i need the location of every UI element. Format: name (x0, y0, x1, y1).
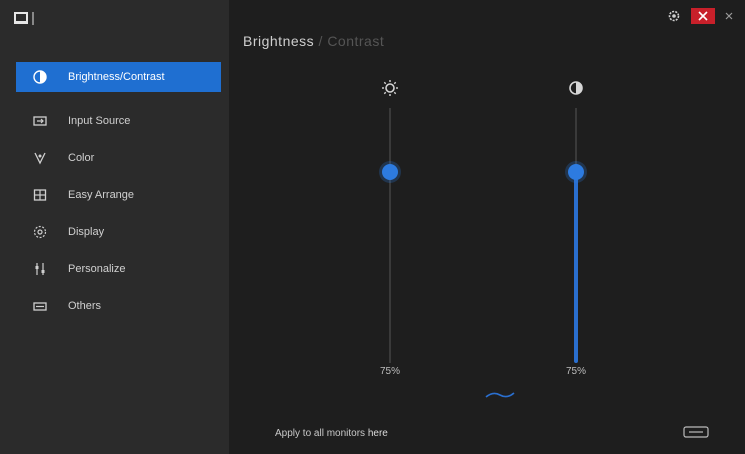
slider-track[interactable] (389, 108, 391, 363)
sidebar-item-input-source[interactable]: Input Source (16, 102, 221, 139)
page-title-text: Brightness (243, 33, 315, 49)
contrast-icon (566, 78, 586, 98)
window-controls (665, 8, 735, 24)
contrast-slider[interactable]: 75% (556, 78, 596, 378)
slider-thumb[interactable] (568, 163, 584, 180)
others-icon (32, 298, 48, 314)
sidebar-item-others[interactable]: Others (16, 287, 221, 324)
display-icon (32, 224, 48, 240)
apply-all-label: Apply to all monitors (275, 428, 368, 439)
minimize-icon[interactable] (723, 11, 735, 21)
slider-value: 75% (379, 366, 400, 377)
sidebar-item-label: Input Source (68, 114, 131, 127)
sidebar-item-label: Easy Arrange (68, 188, 135, 201)
sidebar-item-label: Others (68, 299, 102, 312)
sidebar-item-label: Color (68, 151, 95, 164)
brightness-slider[interactable]: 75% (370, 78, 410, 378)
sidebar-item-personalize[interactable]: Personalize (16, 250, 221, 287)
sidebar-item-brightness-contrast[interactable]: Brightness/Contrast (16, 62, 221, 92)
page-title: Brightness / Contrast (243, 33, 384, 49)
sidebar: Brightness/Contrast Input Source Color E… (0, 0, 229, 454)
monitor-logo-icon (14, 10, 38, 28)
slider-value: 75% (565, 366, 586, 377)
brightness-icon (32, 69, 48, 85)
sidebar-item-label: Personalize (68, 262, 126, 275)
color-icon (32, 150, 48, 166)
sun-icon (380, 78, 400, 98)
sidebar-item-label: Display (68, 225, 105, 238)
page-subtitle-text: / Contrast (318, 33, 385, 49)
wave-icon (485, 389, 515, 401)
apply-all-link[interactable]: here (368, 428, 388, 439)
sidebar-item-display[interactable]: Display (16, 213, 221, 250)
app-window: Brightness/Contrast Input Source Color E… (0, 0, 745, 454)
sidebar-item-easy-arrange[interactable]: Easy Arrange (16, 176, 221, 213)
input-source-icon (32, 113, 48, 129)
easy-arrange-icon (32, 187, 48, 203)
sidebar-nav: Brightness/Contrast Input Source Color E… (16, 62, 221, 324)
sidebar-item-label: Brightness/Contrast (68, 71, 165, 83)
apply-all-text: Apply to all monitors here (275, 428, 388, 439)
info-icon[interactable] (683, 425, 709, 439)
sidebar-item-color[interactable]: Color (16, 139, 221, 176)
slider-thumb[interactable] (382, 163, 398, 180)
gear-icon[interactable] (665, 8, 683, 24)
close-icon[interactable] (691, 8, 715, 24)
slider-fill (574, 171, 578, 363)
personalize-icon (32, 261, 48, 277)
main-panel: Brightness / Contrast 75% 75% Apply to a… (229, 0, 745, 454)
